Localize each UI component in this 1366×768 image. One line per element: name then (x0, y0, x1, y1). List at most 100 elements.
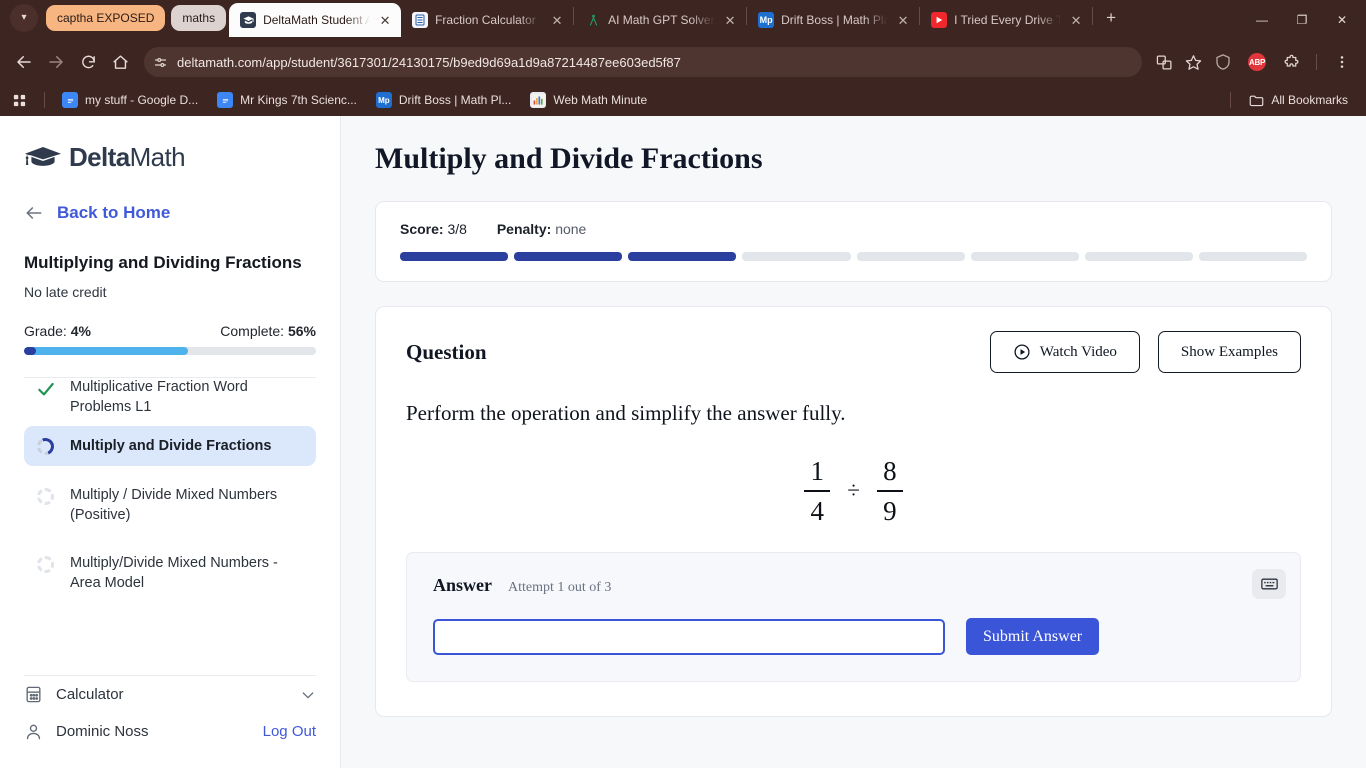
folder-icon (1248, 92, 1264, 108)
google-docs-favicon (62, 92, 78, 108)
shield-icon[interactable] (1208, 47, 1238, 77)
deltamath-logo[interactable]: DeltaMath (24, 142, 316, 173)
tab-ai-math-gpt[interactable]: AI Math GPT Solver Po ✕ (574, 3, 746, 37)
close-icon[interactable]: ✕ (895, 14, 911, 27)
address-bar[interactable]: deltamath.com/app/student/3617301/241301… (144, 47, 1142, 77)
graduation-cap-icon (24, 144, 62, 171)
browser-window: ▾ captha EXPOSED maths DeltaMath Student… (0, 0, 1366, 768)
close-icon[interactable]: ✕ (549, 14, 565, 27)
topic-item-word-problems[interactable]: Multiplicative Fraction Word Problems L1 (24, 378, 316, 426)
fraction-bar (876, 490, 903, 492)
bookmark-drift-boss[interactable]: Mp Drift Boss | Math Pl... (368, 89, 519, 111)
tab-youtube-video[interactable]: I Tried Every Drive Thru ✕ (920, 3, 1092, 37)
chrome-menu-icon[interactable] (1327, 47, 1357, 77)
assignment-title: Multiplying and Dividing Fractions (24, 253, 302, 272)
close-icon[interactable]: ✕ (1068, 14, 1084, 27)
calculator-row[interactable]: Calculator (24, 676, 316, 713)
tab-fraction-calculator[interactable]: Fraction Calculator ✕ (401, 3, 573, 37)
question-card: Question Watch Video Show Examples Perfo… (375, 306, 1332, 718)
bookmark-web-math-minute[interactable]: Web Math Minute (522, 89, 655, 111)
all-bookmarks-button[interactable]: All Bookmarks (1240, 89, 1356, 111)
question-prompt: Perform the operation and simplify the a… (406, 401, 846, 425)
minimize-button[interactable]: — (1242, 7, 1282, 33)
complete-label: Complete: (220, 323, 285, 339)
mathplayground-favicon: Mp (375, 92, 392, 108)
calculator-favicon (412, 12, 429, 28)
tab-search-chevron-icon[interactable]: ▾ (10, 3, 38, 32)
new-tab-button[interactable]: + (1097, 4, 1125, 32)
tab-title: I Tried Every Drive Thru (954, 13, 1062, 27)
close-icon[interactable]: ✕ (722, 14, 738, 27)
grade-text: Grade: 4% (24, 323, 91, 339)
topic-label: Multiply / Divide Mixed Numbers (Positiv… (70, 487, 278, 523)
bookmark-my-stuff[interactable]: my stuff - Google D... (54, 89, 206, 111)
show-examples-button[interactable]: Show Examples (1157, 331, 1301, 373)
logout-link[interactable]: Log Out (263, 723, 316, 740)
complete-progress-fill (24, 347, 188, 355)
numerator: 1 (810, 456, 824, 486)
bookmark-label: my stuff - Google D... (85, 93, 199, 107)
tab-group-captha[interactable]: captha EXPOSED (46, 4, 166, 31)
logo-math: Math (129, 142, 186, 172)
home-icon[interactable] (105, 47, 135, 77)
score-segment (1084, 252, 1193, 261)
close-icon[interactable]: ✕ (377, 14, 393, 27)
score-segment (970, 252, 1079, 261)
topic-label: Multiplicative Fraction Word Problems L1 (70, 379, 248, 415)
adblock-badge: ABP (1248, 53, 1266, 71)
answer-section: Answer Attempt 1 out of 3 Submit Answer (406, 552, 1301, 683)
watch-video-button[interactable]: Watch Video (989, 331, 1140, 373)
score-line: Score: 3/8 Penalty: none (400, 221, 1307, 237)
tab-strip: ▾ captha EXPOSED maths DeltaMath Student… (0, 0, 1366, 40)
reload-icon[interactable] (73, 47, 103, 77)
operator-divide: ÷ (847, 478, 860, 504)
tab-drift-boss[interactable]: Mp Drift Boss | Math Playg ✕ (747, 3, 919, 37)
progress-ring-icon (35, 554, 56, 575)
forward-icon[interactable] (41, 47, 71, 77)
late-credit-text: No late credit (24, 284, 107, 300)
grade-value: 4% (70, 323, 91, 339)
bookmarks-divider (44, 92, 45, 108)
bookmark-mr-kings-science[interactable]: Mr Kings 7th Scienc... (209, 89, 365, 111)
bookmark-label: Web Math Minute (553, 93, 648, 107)
bookmarks-divider-right (1230, 92, 1232, 108)
back-icon[interactable] (9, 47, 39, 77)
all-bookmarks-label: All Bookmarks (1271, 93, 1348, 107)
user-avatar-icon (24, 722, 43, 741)
topic-item-multiply-divide-fractions[interactable]: Multiply and Divide Fractions (24, 426, 316, 466)
score-card: Score: 3/8 Penalty: none (375, 201, 1332, 282)
denominator: 4 (810, 495, 824, 526)
tab-group-maths[interactable]: maths (171, 4, 227, 31)
tab-title: Drift Boss | Math Playg (781, 13, 889, 27)
maximize-button[interactable]: ❐ (1282, 7, 1322, 33)
chevron-down-icon[interactable] (300, 687, 316, 703)
topic-item-mixed-numbers-area-model[interactable]: Multiply/Divide Mixed Numbers - Area Mod… (24, 544, 316, 602)
progress-ring-icon (35, 486, 56, 507)
submit-answer-button[interactable]: Submit Answer (966, 618, 1100, 656)
translate-icon[interactable] (1151, 49, 1177, 75)
extensions-puzzle-icon[interactable] (1276, 47, 1306, 77)
logo-text: DeltaMath (69, 142, 186, 173)
toolbar-extensions: ABP (1208, 47, 1357, 77)
adblock-extension-icon[interactable]: ABP (1242, 47, 1272, 77)
close-window-button[interactable]: ✕ (1322, 7, 1362, 33)
attempt-text: Attempt 1 out of 3 (508, 580, 612, 596)
check-icon (35, 378, 56, 399)
site-settings-icon[interactable] (153, 55, 168, 70)
back-to-home-link[interactable]: Back to Home (24, 203, 316, 223)
apps-grid-icon[interactable] (10, 90, 35, 111)
bookmark-star-icon[interactable] (1180, 49, 1206, 75)
tab-group-label: captha EXPOSED (57, 10, 155, 25)
topic-item-mixed-numbers-positive[interactable]: Multiply / Divide Mixed Numbers (Positiv… (24, 476, 316, 534)
complete-text: Complete: 56% (220, 323, 316, 339)
question-actions: Watch Video Show Examples (989, 331, 1301, 373)
grade-label: Grade: (24, 323, 67, 339)
keyboard-icon[interactable] (1252, 569, 1286, 600)
answer-input[interactable] (433, 618, 945, 655)
score-segment (514, 252, 623, 261)
tab-title: AI Math GPT Solver Po (608, 13, 715, 27)
tab-deltamath[interactable]: DeltaMath Student App ✕ (229, 3, 402, 37)
back-to-home-label: Back to Home (57, 203, 171, 222)
topic-label: Multiply/Divide Mixed Numbers - Area Mod… (70, 555, 278, 591)
score-segment (628, 252, 737, 261)
